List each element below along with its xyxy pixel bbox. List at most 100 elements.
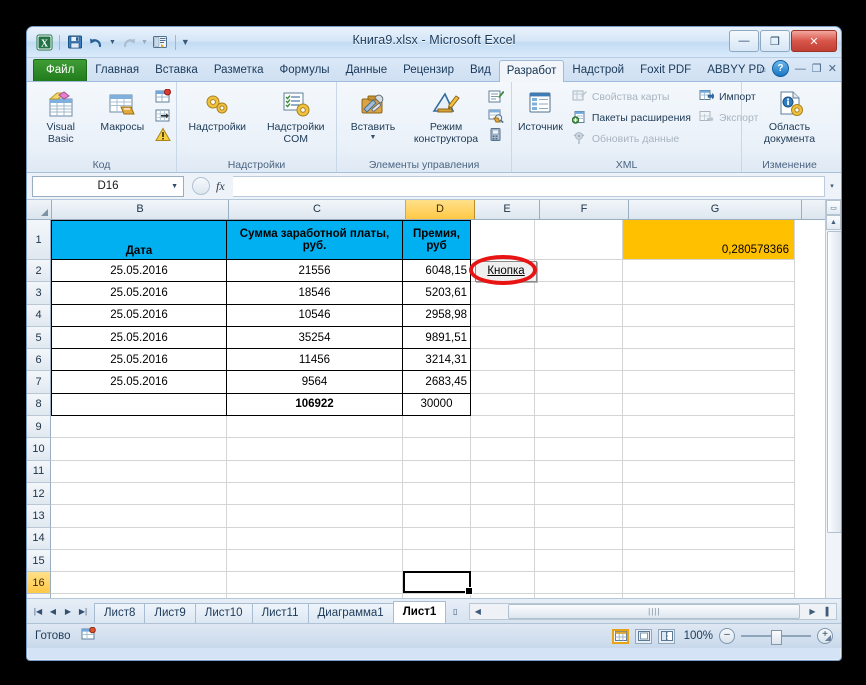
tab-layout[interactable]: Разметка [206, 59, 272, 81]
cell-G3[interactable] [623, 282, 795, 305]
cell-G14[interactable] [623, 527, 795, 550]
cell-G8[interactable] [623, 393, 795, 417]
row-header-12[interactable]: 12 [27, 482, 51, 506]
cell-E8[interactable] [471, 393, 535, 417]
resize-grip-icon[interactable]: ◢ [825, 633, 831, 642]
cell-D7[interactable]: 2683,45 [403, 371, 471, 394]
cell-C2[interactable]: 21556 [227, 260, 403, 283]
select-all-corner[interactable] [27, 200, 52, 219]
page-layout-view-icon[interactable] [635, 628, 652, 644]
cell-C12[interactable] [227, 482, 403, 506]
document-panel-button[interactable]: Область документа [754, 87, 826, 145]
cell-B3[interactable]: 25.05.2016 [51, 282, 227, 305]
cell-F1[interactable] [535, 220, 623, 260]
scroll-up-icon[interactable]: ▲ [826, 215, 841, 230]
cell-G12[interactable] [623, 482, 795, 506]
row-header-2[interactable]: 2 [27, 260, 51, 283]
insert-worksheet-icon[interactable]: ▯ [448, 604, 462, 618]
column-header-f[interactable]: F [540, 200, 629, 219]
form-control-button[interactable]: Кнопка [475, 261, 537, 282]
cell-G2[interactable] [623, 260, 795, 283]
scroll-right-icon[interactable]: ▶ [805, 607, 820, 616]
scroll-right-end-icon[interactable]: ▌ [821, 607, 836, 616]
column-header-g[interactable]: G [629, 200, 802, 219]
restore-button[interactable]: ❐ [760, 30, 790, 52]
cell-F2[interactable] [535, 260, 623, 283]
sheet-tab-лист11[interactable]: Лист11 [251, 603, 309, 623]
cell-G5[interactable] [623, 326, 795, 350]
cell-B2[interactable]: 25.05.2016 [51, 260, 227, 283]
cell-E6[interactable] [471, 349, 535, 372]
horizontal-scroll-thumb[interactable]: |||| [508, 603, 801, 619]
column-header-d[interactable]: D [406, 200, 475, 219]
cell-D5[interactable]: 9891,51 [403, 326, 471, 350]
row-header-8[interactable]: 8 [27, 393, 51, 417]
zoom-slider-handle[interactable] [771, 630, 782, 645]
row-header-6[interactable]: 6 [27, 349, 51, 372]
cell-B11[interactable] [51, 460, 227, 483]
cell-F13[interactable] [535, 505, 623, 528]
tab-review[interactable]: Рецензир [395, 59, 462, 81]
cell-B10[interactable] [51, 438, 227, 461]
row-header-7[interactable]: 7 [27, 371, 51, 394]
record-macro-icon[interactable] [155, 88, 171, 105]
insert-function-round-icon[interactable] [192, 177, 210, 195]
cell-F16[interactable] [535, 572, 623, 595]
tab-view[interactable]: Вид [462, 59, 499, 81]
cell-D6[interactable]: 3214,31 [403, 349, 471, 372]
page-break-view-icon[interactable] [658, 628, 675, 644]
cell-G10[interactable] [623, 438, 795, 461]
tab-file[interactable]: Файл [33, 59, 88, 81]
restore-window-icon[interactable]: ❐ [812, 62, 822, 75]
cell-D3[interactable]: 5203,61 [403, 282, 471, 305]
tab-addins[interactable]: Надстрой [564, 59, 632, 81]
cell-E15[interactable] [471, 549, 535, 573]
help-icon[interactable]: ? [771, 60, 789, 77]
cell-C4[interactable]: 10546 [227, 304, 403, 327]
vertical-scrollbar[interactable]: ▭ ▲ [825, 200, 841, 598]
row-header-10[interactable]: 10 [27, 438, 51, 461]
tab-data[interactable]: Данные [338, 59, 396, 81]
cell-E16[interactable] [471, 572, 535, 595]
cell-E4[interactable] [471, 304, 535, 327]
control-properties-icon[interactable] [488, 89, 505, 105]
xml-source-button[interactable]: Источник [517, 87, 564, 134]
row-header-4[interactable]: 4 [27, 304, 51, 327]
expansion-packs-button[interactable]: Пакеты расширения [571, 110, 691, 126]
horizontal-scrollbar[interactable]: ◀ |||| ▶ ▌ [469, 602, 837, 620]
cell-D8[interactable]: 30000 [403, 393, 471, 417]
row-header-11[interactable]: 11 [27, 460, 51, 483]
cell-E10[interactable] [471, 438, 535, 461]
scroll-left-icon[interactable]: ◀ [470, 607, 485, 616]
cell-C7[interactable]: 9564 [227, 371, 403, 394]
cell-D4[interactable]: 2958,98 [403, 304, 471, 327]
scroll-split-icon[interactable]: ▭ [826, 200, 841, 215]
cell-C11[interactable] [227, 460, 403, 483]
cell-D10[interactable] [403, 438, 471, 461]
row-header-3[interactable]: 3 [27, 282, 51, 305]
formula-input[interactable] [232, 175, 825, 197]
first-sheet-icon[interactable]: |◀ [31, 604, 45, 618]
close-workbook-icon[interactable]: ✕ [828, 62, 837, 75]
zoom-slider[interactable] [741, 629, 811, 645]
com-addins-button[interactable]: Надстройки COM [261, 87, 332, 145]
cell-F4[interactable] [535, 304, 623, 327]
cell-C15[interactable] [227, 549, 403, 573]
prev-sheet-icon[interactable]: ◀ [46, 604, 60, 618]
cell-F9[interactable] [535, 416, 623, 439]
cell-G9[interactable] [623, 416, 795, 439]
tab-insert[interactable]: Вставка [147, 59, 206, 81]
collapse-ribbon-icon[interactable]: ⌂ [759, 63, 766, 75]
cell-C6[interactable]: 11456 [227, 349, 403, 372]
macro-security-icon[interactable] [155, 127, 171, 143]
cell-C1[interactable]: Сумма заработной платы, руб. [227, 220, 403, 260]
cell-G11[interactable] [623, 460, 795, 483]
record-macro-status-icon[interactable] [81, 626, 96, 646]
tab-developer[interactable]: Разработ [498, 60, 565, 82]
cell-D11[interactable] [403, 460, 471, 483]
run-dialog-icon[interactable] [488, 127, 504, 143]
cell-F7[interactable] [535, 371, 623, 394]
column-header-e[interactable]: E [475, 200, 540, 219]
row-header-1[interactable]: 1 [27, 220, 51, 260]
cell-F14[interactable] [535, 527, 623, 550]
